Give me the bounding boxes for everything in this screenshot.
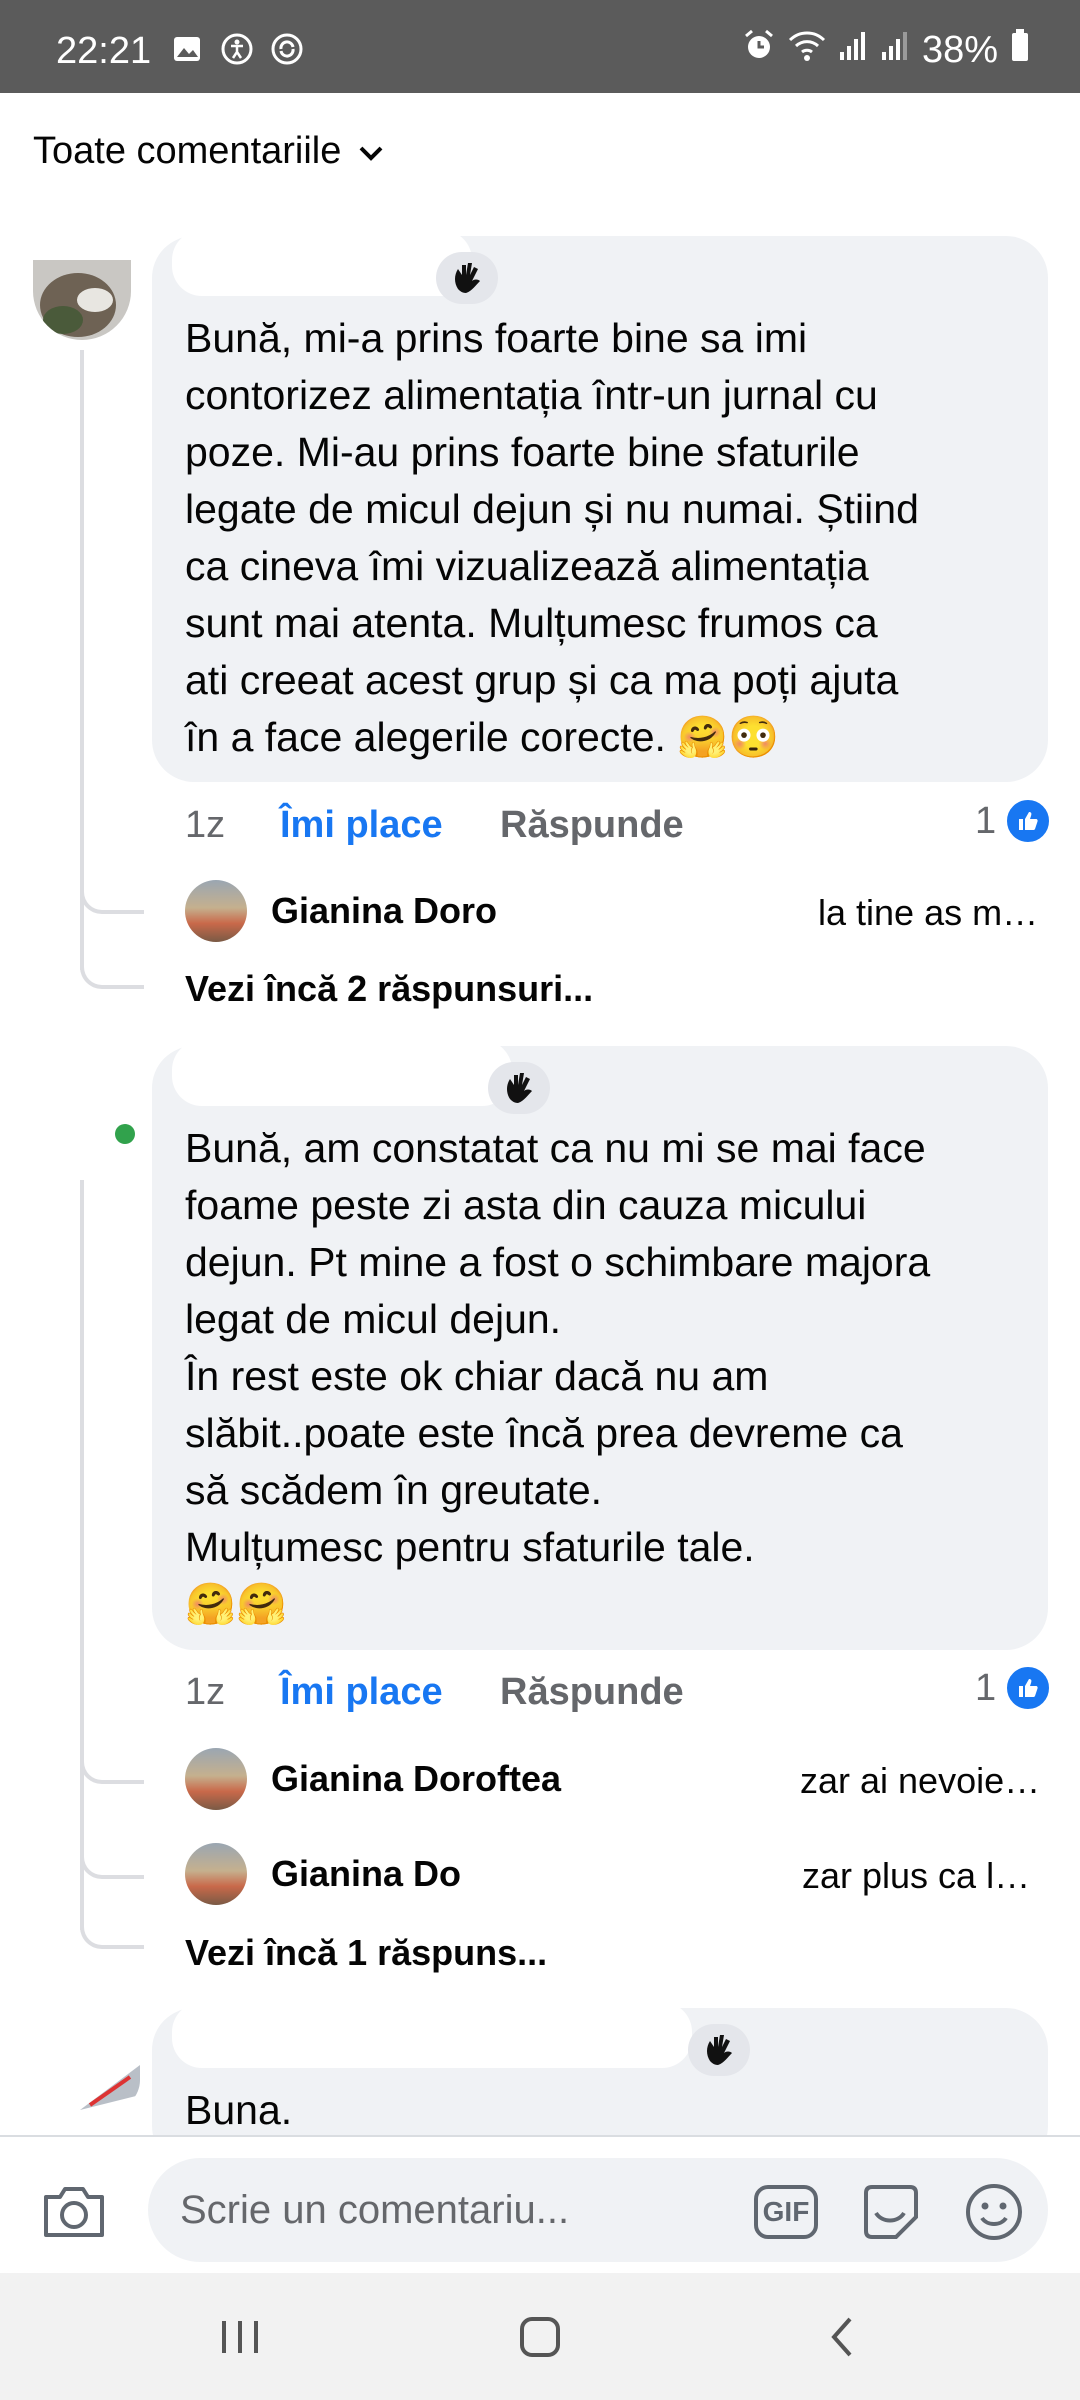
- comment-actions: 1z Îmi place Răspunde: [185, 800, 1055, 850]
- like-button[interactable]: Îmi place: [280, 804, 443, 847]
- status-time: 22:21: [56, 30, 152, 72]
- avatar[interactable]: [33, 260, 131, 340]
- image-icon: [170, 32, 204, 66]
- back-icon[interactable]: [812, 2311, 872, 2363]
- avatar[interactable]: [80, 2055, 140, 2110]
- reply-author: Gianina Do: [271, 1853, 462, 1894]
- comment-input[interactable]: Scrie un comentariu... GIF: [148, 2158, 1048, 2262]
- reply-preview[interactable]: Gianina Do: [185, 1843, 461, 1905]
- wave-hand-icon: [488, 1062, 550, 1114]
- wave-hand-icon: [688, 2024, 750, 2076]
- more-replies-link[interactable]: Vezi încă 2 răspunsuri...: [185, 968, 593, 1010]
- thumbs-up-icon: [1004, 797, 1053, 845]
- reply-snippet: zar ai nevoie…: [800, 1760, 1041, 1801]
- comments-filter[interactable]: Toate comentariile: [33, 130, 385, 173]
- filter-label: Toate comentariile: [33, 130, 342, 172]
- more-replies-link[interactable]: Vezi încă 1 răspuns...: [185, 1932, 547, 1974]
- sync-icon: [270, 32, 304, 66]
- wave-hand-icon: [436, 252, 498, 304]
- reply-author: Gianina Doroftea: [271, 1758, 562, 1799]
- chevron-down-icon: [357, 130, 385, 173]
- emoji-icon[interactable]: [962, 2184, 1026, 2240]
- thumbs-up-icon: [1004, 1664, 1053, 1712]
- status-bar: 22:21 38%: [0, 0, 1080, 93]
- battery-icon: [1010, 28, 1030, 72]
- gif-label: GIF: [762, 2196, 810, 2227]
- battery-text: 38%: [921, 28, 998, 71]
- reply-connector: [80, 860, 144, 914]
- reply-connector: [80, 1725, 144, 1784]
- comment-time: 1z: [185, 803, 226, 846]
- reaction-count: 1: [975, 799, 997, 842]
- reply-avatar: [185, 880, 247, 942]
- comment-bubble[interactable]: Bună, mi-a prins foarte bine sa imi cont…: [152, 230, 1048, 782]
- comment-actions: 1z Îmi place Răspunde: [185, 1667, 1055, 1717]
- reply-snippet: zar plus ca l…: [802, 1855, 1031, 1896]
- reply-button[interactable]: Răspunde: [500, 1671, 684, 1714]
- wifi-icon: [788, 29, 826, 72]
- redacted-author: [172, 1040, 512, 1106]
- reply-connector: [80, 930, 144, 989]
- system-nav-bar: [0, 2273, 1080, 2400]
- reply-connector: [80, 1815, 144, 1879]
- gif-icon[interactable]: GIF: [752, 2184, 820, 2240]
- redacted-author: [172, 2002, 692, 2068]
- comment-text: Bună, am constatat ca nu mi se mai face …: [185, 1125, 931, 1627]
- reply-avatar: [185, 1843, 247, 1905]
- comment-text: Bună, mi-a prins foarte bine sa imi cont…: [185, 315, 919, 760]
- comment-placeholder: Scrie un comentariu...: [180, 2188, 570, 2232]
- alarm-icon: [742, 28, 776, 72]
- signal-icon: [880, 29, 910, 72]
- reaction-summary[interactable]: 1: [975, 1664, 1053, 1712]
- reply-avatar: [185, 1748, 247, 1810]
- signal-icon: [838, 29, 868, 72]
- reply-preview[interactable]: Gianina Doro: [185, 880, 497, 942]
- comment-text: Buna.: [185, 2087, 293, 2133]
- reply-connector: [80, 1885, 144, 1949]
- comment-time: 1z: [185, 1670, 226, 1713]
- reply-author: Gianina Doro: [271, 890, 498, 931]
- comment-composer: Scrie un comentariu... GIF: [0, 2135, 1080, 2275]
- like-button[interactable]: Îmi place: [280, 1671, 443, 1714]
- home-icon[interactable]: [510, 2311, 570, 2363]
- recent-apps-icon[interactable]: [210, 2311, 270, 2363]
- sticker-icon[interactable]: [858, 2184, 924, 2240]
- comment-bubble[interactable]: Bună, am constatat ca nu mi se mai face …: [152, 1040, 1048, 1650]
- reply-preview[interactable]: Gianina Doroftea: [185, 1748, 561, 1810]
- reply-snippet: la tine as m…: [818, 892, 1039, 933]
- reaction-summary[interactable]: 1: [975, 797, 1053, 845]
- reply-button[interactable]: Răspunde: [500, 804, 684, 847]
- reaction-count: 1: [975, 1666, 997, 1709]
- redacted-author: [172, 230, 472, 296]
- online-dot: [115, 1124, 135, 1144]
- accessibility-icon: [220, 32, 254, 66]
- camera-icon[interactable]: [40, 2183, 108, 2246]
